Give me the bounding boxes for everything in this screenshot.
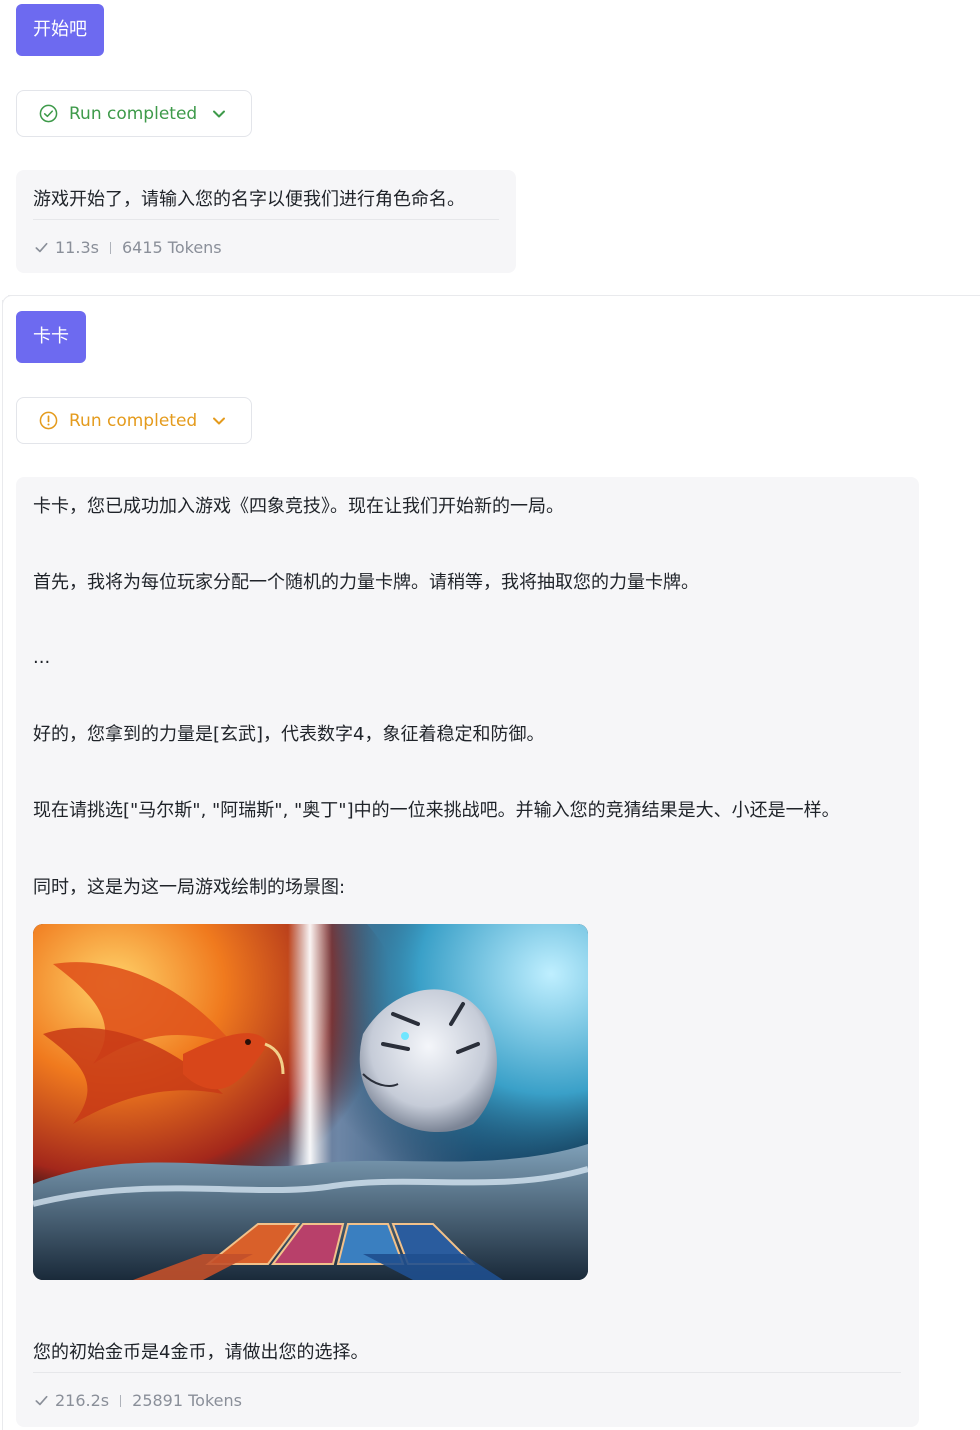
reply-line: 卡卡，您已成功加入游戏《四象竞技》。现在让我们开始新的一局。 <box>33 496 564 517</box>
check-circle-icon <box>39 104 58 123</box>
run-status-label: Run completed <box>69 410 198 431</box>
reply-divider <box>33 219 499 220</box>
reply-divider <box>33 1372 901 1373</box>
reply-line: 好的，您拿到的力量是[玄武]，代表数字4，象征着稳定和防御。 <box>33 724 545 745</box>
reply-meta: 216.2s 25891 Tokens <box>34 1391 242 1410</box>
reply-line: ... <box>33 647 51 668</box>
reply-line: 同时，这是为这一局游戏绘制的场景图: <box>33 877 346 898</box>
user-message-text: 开始吧 <box>33 19 87 40</box>
scene-image[interactable] <box>33 924 588 1280</box>
panel-border <box>2 295 15 308</box>
panel-border <box>8 295 980 296</box>
reply-line: 您的初始金币是4金币，请做出您的选择。 <box>33 1342 369 1363</box>
user-message-text: 卡卡 <box>33 326 69 347</box>
scene-illustration <box>33 924 588 1280</box>
check-icon <box>35 242 48 253</box>
run-status-button[interactable]: Run completed <box>16 397 252 444</box>
tokens-text: 6415 Tokens <box>121 238 222 257</box>
run-status-label: Run completed <box>69 103 198 124</box>
chevron-down-icon[interactable] <box>211 413 227 429</box>
duration-text: 216.2s <box>55 1391 110 1410</box>
reply-text: 游戏开始了，请输入您的名字以便我们进行角色命名。 <box>33 189 465 210</box>
panel-border <box>2 300 3 1430</box>
reply-line: 首先，我将为每位玩家分配一个随机的力量卡牌。请稍等，我将抽取您的力量卡牌。 <box>33 572 699 593</box>
reply-line: 现在请挑选["马尔斯", "阿瑞斯", "奥丁"]中的一位来挑战吧。并输入您的竞… <box>33 800 840 821</box>
tokens-text: 25891 Tokens <box>132 1391 242 1410</box>
meta-separator <box>120 1394 122 1407</box>
run-status-button[interactable]: Run completed <box>16 90 252 137</box>
user-message: 开始吧 <box>16 4 104 56</box>
reply-meta: 11.3s 6415 Tokens <box>34 238 222 257</box>
user-message: 卡卡 <box>16 311 86 363</box>
assistant-reply: 游戏开始了，请输入您的名字以便我们进行角色命名。 11.3s 6415 Toke… <box>16 170 516 273</box>
meta-separator <box>109 241 111 254</box>
check-icon <box>35 1395 48 1406</box>
alert-circle-icon <box>39 411 58 430</box>
duration-text: 11.3s <box>55 238 99 257</box>
chevron-down-icon[interactable] <box>211 106 227 122</box>
